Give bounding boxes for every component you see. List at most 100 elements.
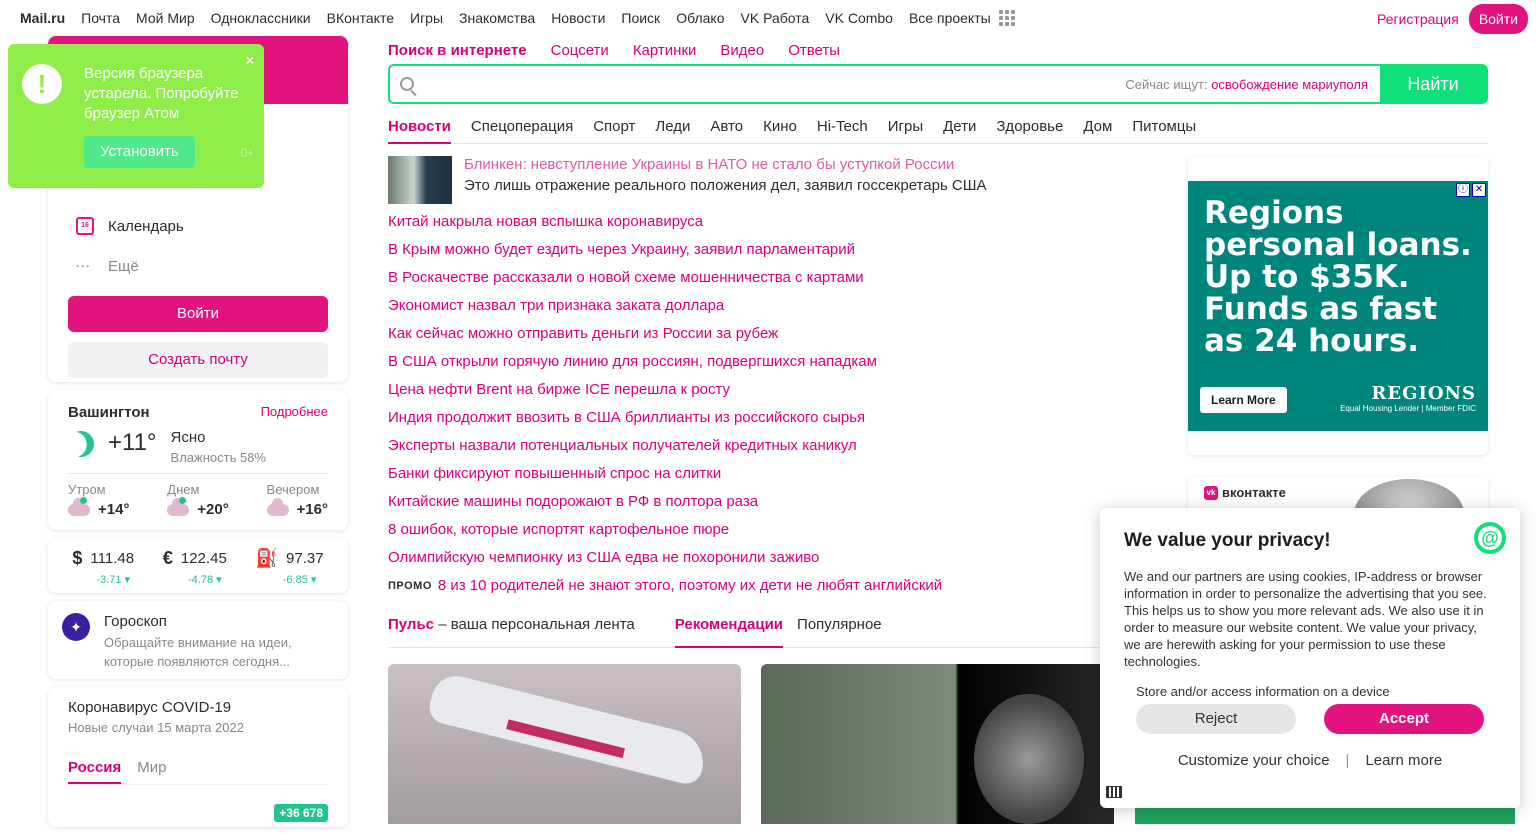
ad-info-icon[interactable]: ⓘ bbox=[1456, 183, 1470, 197]
covid-tab-world[interactable]: Мир bbox=[137, 759, 166, 784]
tab-sport[interactable]: Спорт bbox=[593, 116, 635, 143]
lead-news-image[interactable] bbox=[388, 156, 452, 204]
rate-eur[interactable]: €122.45 -4.78 ▾ bbox=[163, 548, 227, 587]
apps-grid-icon[interactable] bbox=[998, 10, 1015, 26]
nav-vk-jobs[interactable]: VK Работа bbox=[741, 10, 810, 26]
calendar-item[interactable]: 16 Календарь bbox=[48, 206, 348, 246]
search-box: Сейчас ищут: освобождение мариуполя Найт… bbox=[388, 64, 1488, 104]
tab-special-op[interactable]: Спецоперация bbox=[471, 116, 573, 143]
covid-tab-russia[interactable]: Россия bbox=[68, 759, 122, 784]
nav-news[interactable]: Новости bbox=[551, 10, 605, 26]
weather-more-link[interactable]: Подробнее bbox=[261, 404, 328, 421]
rate-usd[interactable]: $111.48 -3.71 ▾ bbox=[72, 548, 134, 587]
warning-icon: ! bbox=[22, 64, 62, 104]
accept-button[interactable]: Accept bbox=[1324, 704, 1484, 734]
news-link[interactable]: Индия продолжит ввозить в США бриллианты… bbox=[388, 404, 1168, 432]
nav-vk-combo[interactable]: VK Combo bbox=[825, 10, 893, 26]
tab-social[interactable]: Соцсети bbox=[551, 42, 609, 59]
currency-rates[interactable]: $111.48 -3.71 ▾ €122.45 -4.78 ▾ ⛽ 97.37 -… bbox=[48, 538, 348, 593]
install-button[interactable]: Установить bbox=[84, 136, 195, 168]
nav-cloud[interactable]: Облако bbox=[676, 10, 724, 26]
tab-health[interactable]: Здоровье bbox=[996, 116, 1063, 143]
search-button[interactable]: Найти bbox=[1380, 66, 1486, 102]
covid-title: Коронавирус COVID-19 bbox=[68, 699, 232, 716]
nav-my-world[interactable]: Мой Мир bbox=[136, 10, 195, 26]
top-navigation: Mail.ru Почта Мой Мир Одноклассники ВКон… bbox=[0, 0, 1536, 36]
nav-dating[interactable]: Знакомства bbox=[459, 10, 535, 26]
moon-icon bbox=[64, 427, 97, 460]
tab-popular[interactable]: Популярное bbox=[797, 616, 882, 647]
tab-news[interactable]: Новости bbox=[388, 116, 451, 144]
news-link[interactable]: Олимпийскую чемпионку из США едва не пох… bbox=[388, 544, 1168, 572]
learn-more-link[interactable]: Learn more bbox=[1365, 752, 1442, 769]
news-link[interactable]: Китайские машины подорожают в РФ в полто… bbox=[388, 488, 1168, 516]
euro-icon: € bbox=[162, 548, 173, 568]
feed-card-brain-image[interactable] bbox=[761, 664, 1114, 824]
tab-kids[interactable]: Дети bbox=[943, 116, 976, 143]
tab-web-search[interactable]: Поиск в интернете bbox=[388, 42, 527, 59]
tab-pets[interactable]: Питомцы bbox=[1132, 116, 1196, 143]
lead-news-title[interactable]: Блинкен: невступление Украины в НАТО не … bbox=[464, 156, 987, 173]
tab-video[interactable]: Видео bbox=[720, 42, 764, 59]
horoscope-icon: ✦ bbox=[62, 613, 90, 641]
news-link[interactable]: В США открыли горячую линию для россиян,… bbox=[388, 348, 1168, 376]
rate-change: -6.85 ▾ bbox=[282, 574, 317, 586]
ad-learn-more-button[interactable]: Learn More bbox=[1200, 387, 1287, 413]
nav-all-projects[interactable]: Все проекты bbox=[909, 10, 991, 26]
nav-search[interactable]: Поиск bbox=[621, 10, 660, 26]
mail-login-button[interactable]: Войти bbox=[68, 296, 328, 332]
news-link[interactable]: Эксперты назвали потенциальных получател… bbox=[388, 432, 1168, 460]
reject-button[interactable]: Reject bbox=[1136, 704, 1296, 734]
news-link[interactable]: Цена нефти Brent на бирже ICE перешла к … bbox=[388, 376, 1168, 404]
register-link[interactable]: Регистрация bbox=[1377, 11, 1459, 27]
tab-games[interactable]: Игры bbox=[888, 116, 923, 143]
feed-card-green-image[interactable] bbox=[1135, 808, 1515, 824]
feed-card-plane-image[interactable] bbox=[388, 664, 741, 824]
news-link[interactable]: В Крым можно будет ездить через Украину,… bbox=[388, 236, 1168, 264]
nav-vkontakte[interactable]: ВКонтакте bbox=[327, 10, 394, 26]
lead-news[interactable]: Блинкен: невступление Украины в НАТО не … bbox=[388, 156, 1168, 208]
promo-text[interactable]: 8 из 10 родителей не знают этого, поэтом… bbox=[438, 572, 942, 600]
qr-code-icon[interactable] bbox=[1106, 786, 1122, 798]
tab-images[interactable]: Картинки bbox=[633, 42, 697, 59]
nav-mail[interactable]: Почта bbox=[81, 10, 120, 26]
more-item[interactable]: ··· Ещё bbox=[48, 246, 348, 286]
news-link[interactable]: Экономист назвал три признака заката дол… bbox=[388, 292, 1168, 320]
privacy-text: We and our partners are using cookies, I… bbox=[1124, 569, 1487, 669]
top-login-button[interactable]: Войти bbox=[1468, 4, 1528, 34]
tab-home[interactable]: Дом bbox=[1083, 116, 1112, 143]
tab-answers[interactable]: Ответы bbox=[788, 42, 840, 59]
weather-part-temp: +16° bbox=[296, 501, 328, 518]
news-link[interactable]: Банки фиксируют повышенный спрос на слит… bbox=[388, 460, 1168, 488]
rate-oil[interactable]: ⛽ 97.37 -6.85 ▾ bbox=[256, 548, 324, 587]
search-input[interactable]: Сейчас ищут: освобождение мариуполя bbox=[390, 66, 1380, 102]
news-link[interactable]: Как сейчас можно отправить деньги из Рос… bbox=[388, 320, 1168, 348]
pulse-brand[interactable]: Пульс bbox=[388, 616, 434, 633]
close-icon[interactable]: × bbox=[246, 52, 254, 68]
tab-cinema[interactable]: Кино bbox=[763, 116, 797, 143]
create-mail-button[interactable]: Создать почту bbox=[68, 342, 328, 378]
weather-morning: Утром +14° bbox=[68, 482, 129, 518]
nav-games[interactable]: Игры bbox=[410, 10, 443, 26]
tab-lady[interactable]: Леди bbox=[655, 116, 690, 143]
rate-value: 111.48 bbox=[90, 550, 135, 567]
news-link[interactable]: Китай накрыла новая вспышка коронавируса bbox=[388, 208, 1168, 236]
ad-creative[interactable]: Regions personal loans. Up to $35K. Fund… bbox=[1188, 181, 1488, 431]
horoscope-widget[interactable]: ✦ Гороскоп Обращайте внимание на идеи, к… bbox=[48, 601, 348, 679]
ad-close-icon[interactable]: ✕ bbox=[1472, 183, 1486, 197]
customize-choice-link[interactable]: Customize your choice bbox=[1178, 752, 1330, 769]
news-list: Блинкен: невступление Украины в НАТО не … bbox=[388, 156, 1168, 600]
brain-scan-graphic bbox=[974, 694, 1084, 824]
promo-link[interactable]: ПРОМО 8 из 10 родителей не знают этого, … bbox=[388, 572, 1168, 600]
tab-hitech[interactable]: Hi-Tech bbox=[817, 116, 868, 143]
main-content: Поиск в интернете Соцсети Картинки Видео… bbox=[388, 36, 1488, 824]
more-dots-icon: ··· bbox=[76, 259, 91, 273]
weather-day: Днем +20° bbox=[167, 482, 229, 518]
nav-odnoklassniki[interactable]: Одноклассники bbox=[211, 10, 311, 26]
news-link[interactable]: В Роскачестве рассказали о новой схеме м… bbox=[388, 264, 1168, 292]
news-link[interactable]: 8 ошибок, которые испортят картофельное … bbox=[388, 516, 1168, 544]
tab-recommendations[interactable]: Рекомендации bbox=[674, 616, 784, 648]
search-hint-query[interactable]: освобождение мариуполя bbox=[1211, 77, 1368, 92]
tab-auto[interactable]: Авто bbox=[710, 116, 743, 143]
mailru-logo[interactable]: Mail.ru bbox=[20, 10, 65, 26]
